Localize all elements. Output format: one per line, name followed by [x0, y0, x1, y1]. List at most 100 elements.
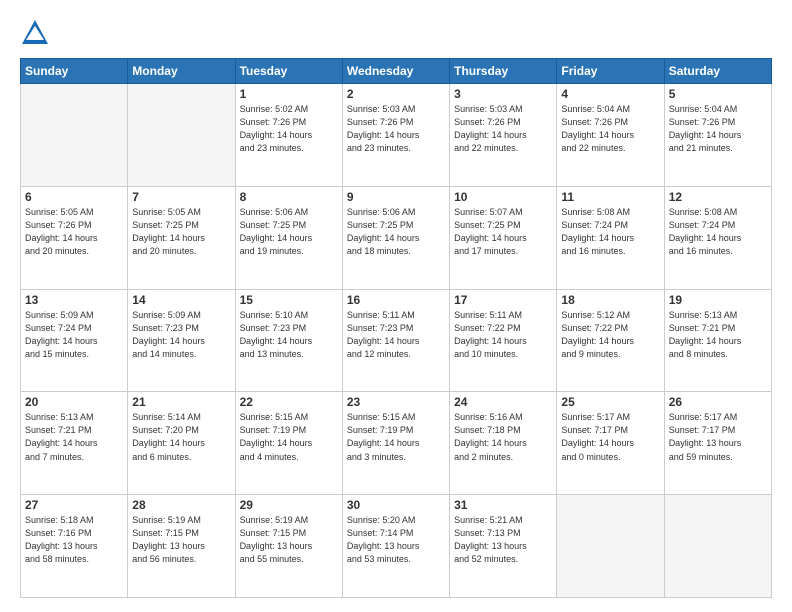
- day-number: 31: [454, 498, 552, 512]
- calendar-cell: 7 Sunrise: 5:05 AM Sunset: 7:25 PM Daylig…: [128, 186, 235, 289]
- day-number: 4: [561, 87, 659, 101]
- day-info: Sunrise: 5:21 AM Sunset: 7:13 PM Dayligh…: [454, 514, 552, 566]
- calendar-cell: [128, 84, 235, 187]
- day-number: 10: [454, 190, 552, 204]
- calendar-cell: 13 Sunrise: 5:09 AM Sunset: 7:24 PM Dayli…: [21, 289, 128, 392]
- day-info: Sunrise: 5:14 AM Sunset: 7:20 PM Dayligh…: [132, 411, 230, 463]
- weekday-header: Friday: [557, 59, 664, 84]
- day-number: 5: [669, 87, 767, 101]
- weekday-header: Saturday: [664, 59, 771, 84]
- day-number: 9: [347, 190, 445, 204]
- day-info: Sunrise: 5:09 AM Sunset: 7:24 PM Dayligh…: [25, 309, 123, 361]
- calendar-cell: 28Sunrise: 5:19 AM Sunset: 7:15 PM Dayli…: [128, 495, 235, 598]
- day-info: Sunrise: 5:05 AM Sunset: 7:25 PM Dayligh…: [132, 206, 230, 258]
- day-number: 19: [669, 293, 767, 307]
- day-info: Sunrise: 5:15 AM Sunset: 7:19 PM Dayligh…: [240, 411, 338, 463]
- calendar-cell: 29Sunrise: 5:19 AM Sunset: 7:15 PM Dayli…: [235, 495, 342, 598]
- day-number: 20: [25, 395, 123, 409]
- calendar-cell: 16Sunrise: 5:11 AM Sunset: 7:23 PM Dayli…: [342, 289, 449, 392]
- calendar-cell: 20 Sunrise: 5:13 AM Sunset: 7:21 PM Dayli…: [21, 392, 128, 495]
- day-number: 8: [240, 190, 338, 204]
- calendar-table: SundayMondayTuesdayWednesdayThursdayFrid…: [20, 58, 772, 598]
- calendar-cell: 6 Sunrise: 5:05 AM Sunset: 7:26 PM Daylig…: [21, 186, 128, 289]
- calendar-week-row: 13 Sunrise: 5:09 AM Sunset: 7:24 PM Dayli…: [21, 289, 772, 392]
- calendar-cell: [557, 495, 664, 598]
- calendar-cell: 19 Sunrise: 5:13 AM Sunset: 7:21 PM Dayli…: [664, 289, 771, 392]
- day-number: 7: [132, 190, 230, 204]
- calendar-cell: 17 Sunrise: 5:11 AM Sunset: 7:22 PM Dayli…: [450, 289, 557, 392]
- day-info: Sunrise: 5:08 AM Sunset: 7:24 PM Dayligh…: [669, 206, 767, 258]
- day-number: 23: [347, 395, 445, 409]
- calendar-cell: 9 Sunrise: 5:06 AM Sunset: 7:25 PM Daylig…: [342, 186, 449, 289]
- calendar-cell: 10 Sunrise: 5:07 AM Sunset: 7:25 PM Dayli…: [450, 186, 557, 289]
- day-number: 27: [25, 498, 123, 512]
- day-number: 1: [240, 87, 338, 101]
- header: [20, 18, 772, 48]
- day-info: Sunrise: 5:04 AM Sunset: 7:26 PM Dayligh…: [561, 103, 659, 155]
- calendar-cell: 4 Sunrise: 5:04 AM Sunset: 7:26 PM Daylig…: [557, 84, 664, 187]
- day-number: 2: [347, 87, 445, 101]
- day-number: 29: [240, 498, 338, 512]
- day-number: 30: [347, 498, 445, 512]
- day-number: 13: [25, 293, 123, 307]
- logo: [20, 18, 56, 48]
- day-info: Sunrise: 5:02 AM Sunset: 7:26 PM Dayligh…: [240, 103, 338, 155]
- day-info: Sunrise: 5:17 AM Sunset: 7:17 PM Dayligh…: [669, 411, 767, 463]
- day-info: Sunrise: 5:18 AM Sunset: 7:16 PM Dayligh…: [25, 514, 123, 566]
- calendar-cell: 31 Sunrise: 5:21 AM Sunset: 7:13 PM Dayli…: [450, 495, 557, 598]
- calendar-cell: 21 Sunrise: 5:14 AM Sunset: 7:20 PM Dayli…: [128, 392, 235, 495]
- day-info: Sunrise: 5:06 AM Sunset: 7:25 PM Dayligh…: [347, 206, 445, 258]
- calendar-cell: [664, 495, 771, 598]
- day-number: 3: [454, 87, 552, 101]
- day-number: 25: [561, 395, 659, 409]
- calendar-cell: 18Sunrise: 5:12 AM Sunset: 7:22 PM Dayli…: [557, 289, 664, 392]
- day-number: 24: [454, 395, 552, 409]
- weekday-header: Wednesday: [342, 59, 449, 84]
- calendar-cell: [21, 84, 128, 187]
- weekday-header: Tuesday: [235, 59, 342, 84]
- calendar-cell: 8 Sunrise: 5:06 AM Sunset: 7:25 PM Daylig…: [235, 186, 342, 289]
- calendar-cell: 1 Sunrise: 5:02 AM Sunset: 7:26 PM Daylig…: [235, 84, 342, 187]
- day-number: 6: [25, 190, 123, 204]
- calendar-cell: 11 Sunrise: 5:08 AM Sunset: 7:24 PM Dayli…: [557, 186, 664, 289]
- calendar-cell: 30 Sunrise: 5:20 AM Sunset: 7:14 PM Dayli…: [342, 495, 449, 598]
- calendar-cell: 3 Sunrise: 5:03 AM Sunset: 7:26 PM Daylig…: [450, 84, 557, 187]
- calendar-cell: 22 Sunrise: 5:15 AM Sunset: 7:19 PM Dayli…: [235, 392, 342, 495]
- day-number: 12: [669, 190, 767, 204]
- day-number: 11: [561, 190, 659, 204]
- day-info: Sunrise: 5:20 AM Sunset: 7:14 PM Dayligh…: [347, 514, 445, 566]
- calendar-cell: 24 Sunrise: 5:16 AM Sunset: 7:18 PM Dayli…: [450, 392, 557, 495]
- day-info: Sunrise: 5:03 AM Sunset: 7:26 PM Dayligh…: [347, 103, 445, 155]
- day-info: Sunrise: 5:04 AM Sunset: 7:26 PM Dayligh…: [669, 103, 767, 155]
- day-number: 22: [240, 395, 338, 409]
- day-info: Sunrise: 5:13 AM Sunset: 7:21 PM Dayligh…: [25, 411, 123, 463]
- day-number: 26: [669, 395, 767, 409]
- day-info: Sunrise: 5:11 AM Sunset: 7:22 PM Dayligh…: [454, 309, 552, 361]
- day-info: Sunrise: 5:12 AM Sunset: 7:22 PM Dayligh…: [561, 309, 659, 361]
- calendar-cell: 14Sunrise: 5:09 AM Sunset: 7:23 PM Dayli…: [128, 289, 235, 392]
- calendar-cell: 26 Sunrise: 5:17 AM Sunset: 7:17 PM Dayli…: [664, 392, 771, 495]
- logo-icon: [20, 18, 50, 48]
- calendar-week-row: 20 Sunrise: 5:13 AM Sunset: 7:21 PM Dayli…: [21, 392, 772, 495]
- day-number: 21: [132, 395, 230, 409]
- calendar-header-row: SundayMondayTuesdayWednesdayThursdayFrid…: [21, 59, 772, 84]
- weekday-header: Thursday: [450, 59, 557, 84]
- day-info: Sunrise: 5:08 AM Sunset: 7:24 PM Dayligh…: [561, 206, 659, 258]
- weekday-header: Monday: [128, 59, 235, 84]
- day-number: 17: [454, 293, 552, 307]
- day-info: Sunrise: 5:06 AM Sunset: 7:25 PM Dayligh…: [240, 206, 338, 258]
- day-info: Sunrise: 5:05 AM Sunset: 7:26 PM Dayligh…: [25, 206, 123, 258]
- calendar-cell: 15Sunrise: 5:10 AM Sunset: 7:23 PM Dayli…: [235, 289, 342, 392]
- day-info: Sunrise: 5:16 AM Sunset: 7:18 PM Dayligh…: [454, 411, 552, 463]
- calendar-cell: 23Sunrise: 5:15 AM Sunset: 7:19 PM Dayli…: [342, 392, 449, 495]
- weekday-header: Sunday: [21, 59, 128, 84]
- day-number: 14: [132, 293, 230, 307]
- day-info: Sunrise: 5:13 AM Sunset: 7:21 PM Dayligh…: [669, 309, 767, 361]
- day-info: Sunrise: 5:07 AM Sunset: 7:25 PM Dayligh…: [454, 206, 552, 258]
- day-info: Sunrise: 5:10 AM Sunset: 7:23 PM Dayligh…: [240, 309, 338, 361]
- day-number: 28: [132, 498, 230, 512]
- page: SundayMondayTuesdayWednesdayThursdayFrid…: [0, 0, 792, 612]
- calendar-week-row: 6 Sunrise: 5:05 AM Sunset: 7:26 PM Daylig…: [21, 186, 772, 289]
- day-info: Sunrise: 5:03 AM Sunset: 7:26 PM Dayligh…: [454, 103, 552, 155]
- calendar-cell: 27 Sunrise: 5:18 AM Sunset: 7:16 PM Dayli…: [21, 495, 128, 598]
